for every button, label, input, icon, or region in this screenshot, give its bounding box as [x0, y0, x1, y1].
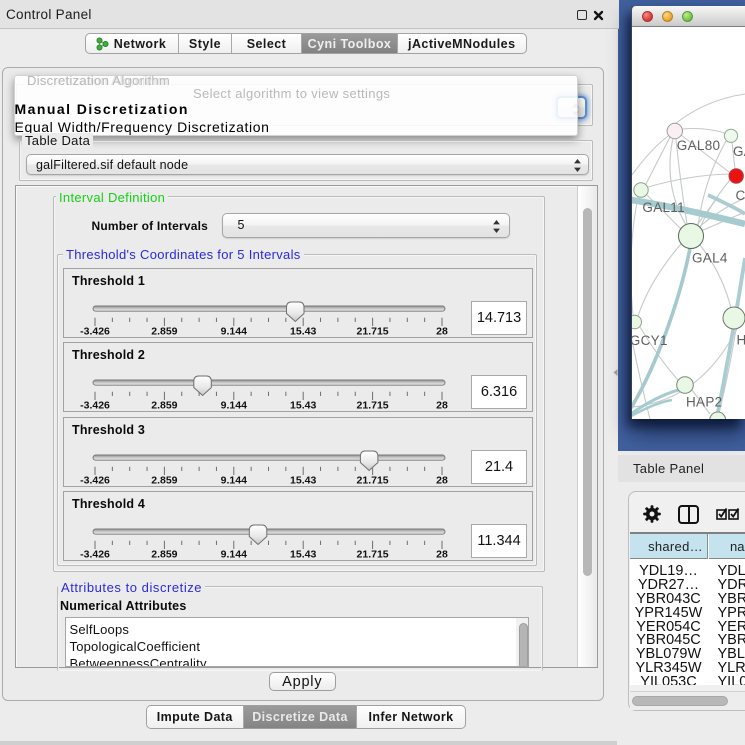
svg-text:GAL4: GAL4	[692, 251, 728, 266]
svg-text:15.43: 15.43	[290, 549, 316, 561]
svg-text:2.859: 2.859	[151, 400, 177, 412]
svg-text:15.43: 15.43	[290, 474, 316, 486]
svg-text:28: 28	[436, 549, 448, 561]
svg-text:9.144: 9.144	[221, 549, 247, 561]
svg-text:HIS: HIS	[737, 333, 745, 348]
svg-text:HAP2: HAP2	[686, 395, 722, 410]
svg-text:21.715: 21.715	[357, 325, 389, 337]
svg-text:15.43: 15.43	[290, 325, 316, 337]
svg-text:9.144: 9.144	[221, 400, 247, 412]
svg-text:2.859: 2.859	[151, 325, 177, 337]
svg-text:GAL11: GAL11	[642, 200, 685, 215]
svg-text:2.859: 2.859	[151, 474, 177, 486]
svg-text:GAL: GAL	[733, 144, 745, 159]
svg-text:-3.426: -3.426	[80, 474, 110, 486]
svg-text:15.43: 15.43	[290, 400, 316, 412]
svg-text:CY: CY	[736, 188, 745, 203]
svg-text:28: 28	[436, 474, 448, 486]
svg-text:2.859: 2.859	[151, 549, 177, 561]
svg-text:-3.426: -3.426	[80, 400, 110, 412]
svg-text:GCY1: GCY1	[632, 333, 668, 348]
svg-text:9.144: 9.144	[221, 325, 247, 337]
svg-text:-3.426: -3.426	[80, 549, 110, 561]
svg-text:28: 28	[436, 325, 448, 337]
svg-text:9.144: 9.144	[221, 474, 247, 486]
svg-text:-3.426: -3.426	[80, 325, 110, 337]
svg-text:GAL80: GAL80	[677, 138, 721, 153]
svg-text:21.715: 21.715	[357, 474, 389, 486]
svg-text:21.715: 21.715	[357, 549, 389, 561]
svg-text:21.715: 21.715	[357, 400, 389, 412]
svg-text:28: 28	[436, 400, 448, 412]
